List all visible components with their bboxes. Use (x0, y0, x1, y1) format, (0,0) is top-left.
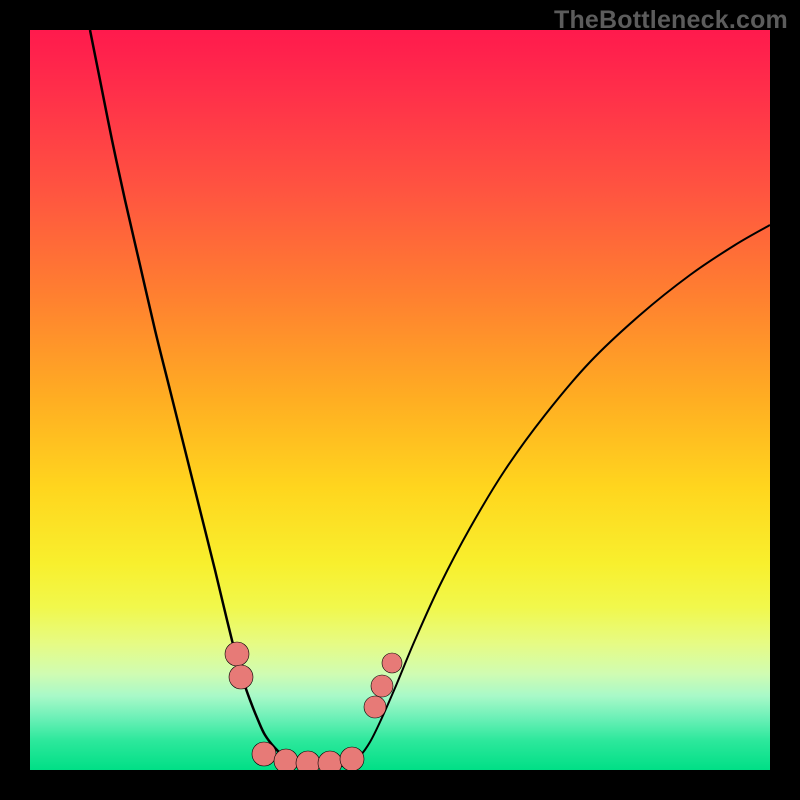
marker-right-upper-a (364, 696, 386, 718)
chart-frame: TheBottleneck.com (0, 0, 800, 800)
marker-valley-4 (318, 751, 342, 770)
marker-left-upper-a (225, 642, 249, 666)
marker-valley-3 (296, 751, 320, 770)
marker-valley-2 (274, 749, 298, 770)
curve-layer (30, 30, 770, 770)
marker-valley-5 (340, 747, 364, 770)
marker-right-upper-c (382, 653, 402, 673)
left-curve (90, 30, 310, 766)
right-curve (350, 225, 770, 764)
marker-valley-1 (252, 742, 276, 766)
gradient-plot-area (30, 30, 770, 770)
marker-left-upper-b (229, 665, 253, 689)
marker-right-upper-b (371, 675, 393, 697)
